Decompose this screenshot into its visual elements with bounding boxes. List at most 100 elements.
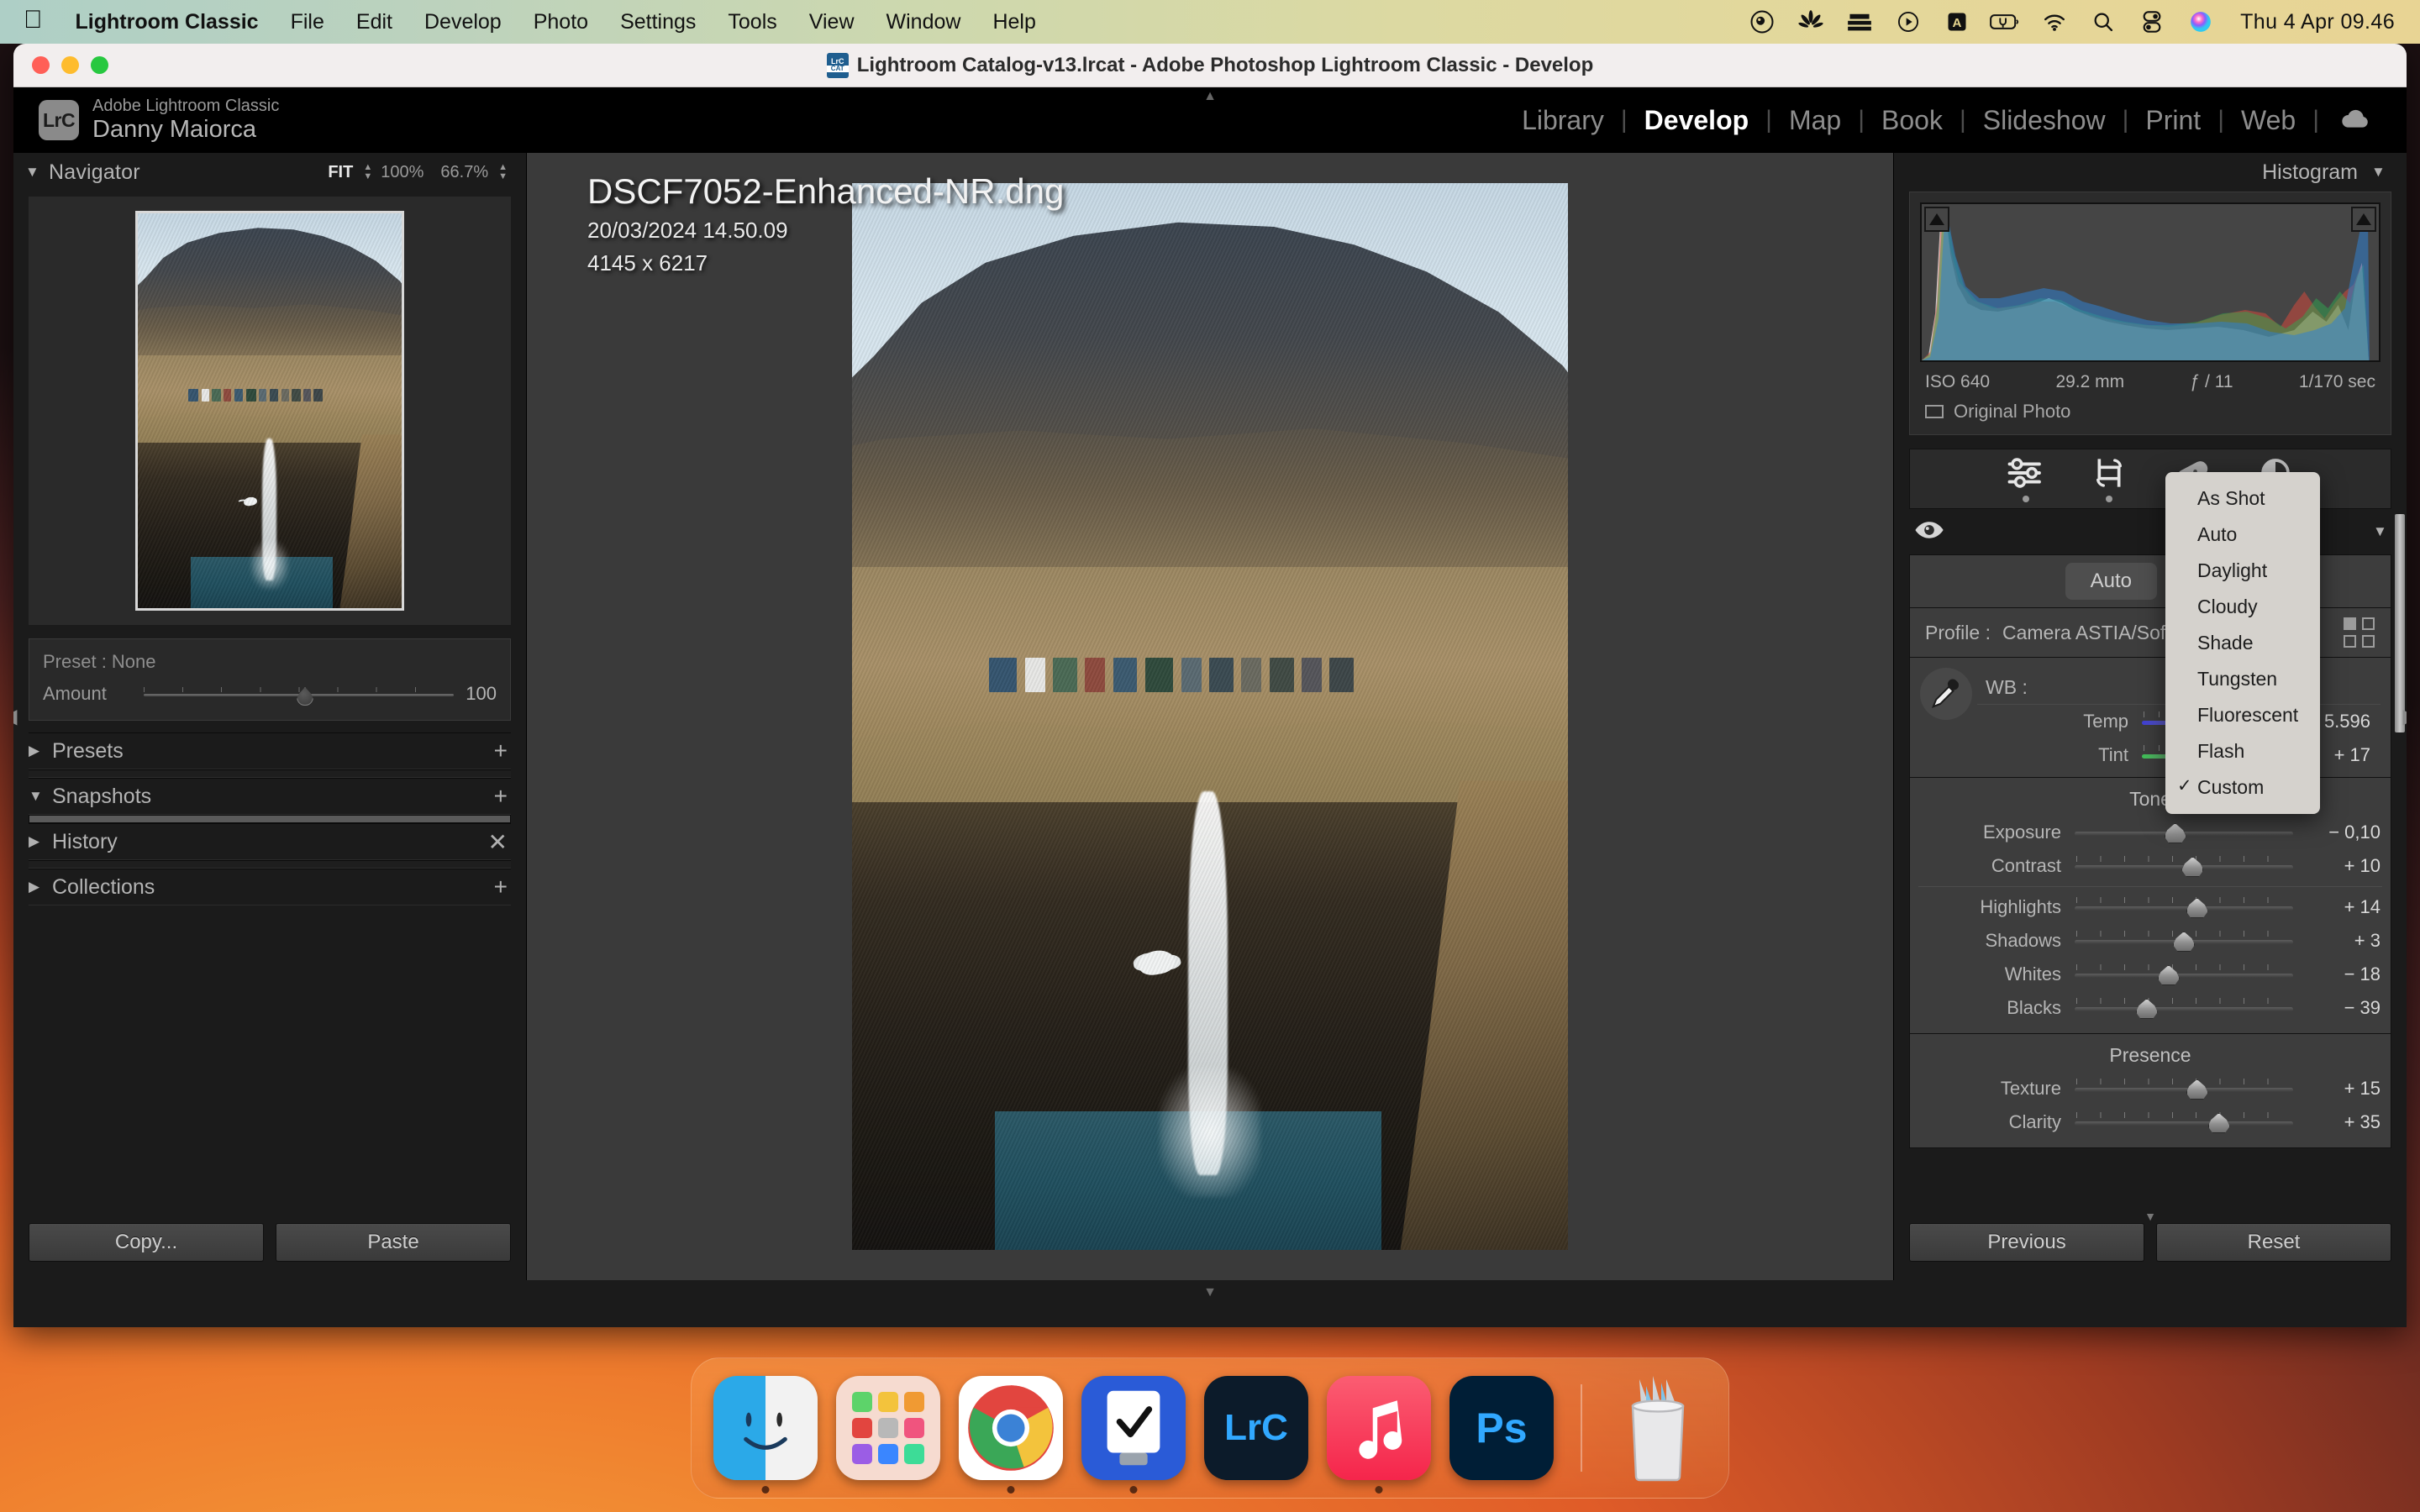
sidebar-item-snapshots[interactable]: ▼ Snapshots +: [29, 778, 511, 815]
highlights-slider[interactable]: [2075, 896, 2293, 918]
module-slideshow[interactable]: Slideshow: [1966, 105, 2123, 136]
sliders-icon[interactable]: [2007, 456, 2045, 502]
menu-item-file[interactable]: File: [275, 10, 340, 34]
left-panel-collapse-arrow[interactable]: ◀: [13, 705, 17, 729]
wb-option-custom[interactable]: ✓ Custom: [2165, 769, 2320, 806]
profile-browser-icon[interactable]: [2344, 617, 2375, 648]
basic-panel-header[interactable]: ▼: [1894, 509, 2407, 554]
slider-value[interactable]: + 3: [2293, 930, 2381, 952]
shadow-clipping-indicator[interactable]: [1924, 207, 1949, 232]
module-web[interactable]: Web: [2224, 105, 2312, 136]
menu-item-window[interactable]: Window: [871, 10, 977, 34]
photo-viewport[interactable]: DSCF7052-Enhanced-NR.dng 20/03/2024 14.5…: [527, 153, 1893, 1280]
siri-orb-icon[interactable]: [2176, 0, 2225, 44]
cloud-icon[interactable]: [2319, 106, 2385, 135]
paste-button[interactable]: Paste: [276, 1223, 511, 1262]
plus-icon[interactable]: +: [494, 874, 508, 900]
dock-item-chrome[interactable]: [959, 1376, 1063, 1480]
chevron-down-icon[interactable]: ▼: [2371, 164, 2385, 181]
menu-item-develop[interactable]: Develop: [408, 10, 518, 34]
main-photo[interactable]: [852, 183, 1568, 1250]
slider-value[interactable]: − 39: [2293, 997, 2381, 1019]
copy-button[interactable]: Copy...: [29, 1223, 264, 1262]
search-icon[interactable]: [2079, 0, 2128, 44]
dock-item-things[interactable]: [1081, 1376, 1186, 1480]
top-panel-toggle-arrow[interactable]: ▲: [1203, 89, 1217, 104]
texture-slider[interactable]: [2075, 1078, 2293, 1100]
panel-collapse-caret[interactable]: ▼: [2144, 1210, 2156, 1223]
wb-option-flash[interactable]: Flash: [2165, 733, 2320, 769]
eye-icon[interactable]: [1914, 519, 1944, 545]
zoom-fit[interactable]: FIT: [319, 163, 361, 182]
profile-value[interactable]: Camera ASTIA/Sof: [2002, 622, 2165, 644]
chevron-right-icon[interactable]: ▶: [29, 879, 42, 895]
play-circle-icon[interactable]: [1884, 0, 1933, 44]
sidebar-item-collections[interactable]: ▶ Collections +: [29, 869, 511, 906]
slider-value[interactable]: − 18: [2293, 963, 2381, 985]
flower-icon[interactable]: [1786, 0, 1835, 44]
slider-value[interactable]: + 15: [2293, 1078, 2381, 1100]
plus-icon[interactable]: +: [494, 738, 508, 764]
dock-item-lightroom-classic[interactable]: LrC: [1204, 1376, 1308, 1480]
module-book[interactable]: Book: [1865, 105, 1960, 136]
shadows-slider[interactable]: [2075, 930, 2293, 952]
zoom-100[interactable]: 100%: [372, 163, 432, 182]
dock-item-finder[interactable]: [713, 1376, 818, 1480]
eyedropper-icon[interactable]: [1920, 668, 1972, 720]
auto-button[interactable]: Auto: [2065, 563, 2157, 600]
wb-option-as-shot[interactable]: As Shot: [2165, 480, 2320, 517]
wb-option-daylight[interactable]: Daylight: [2165, 553, 2320, 589]
slider-value[interactable]: − 0,10: [2293, 822, 2381, 843]
menu-item-help[interactable]: Help: [976, 10, 1051, 34]
previous-button[interactable]: Previous: [1909, 1223, 2144, 1262]
contrast-slider[interactable]: [2075, 855, 2293, 877]
menu-item-settings[interactable]: Settings: [604, 10, 712, 34]
zoom-custom[interactable]: 66.7%: [432, 163, 497, 182]
zoom-spinner-icon[interactable]: ▲▼: [498, 164, 508, 181]
chevron-down-icon[interactable]: ▼: [2373, 523, 2386, 540]
module-map[interactable]: Map: [1772, 105, 1858, 136]
slider-value[interactable]: + 10: [2293, 855, 2381, 877]
module-print[interactable]: Print: [2128, 105, 2217, 136]
menu-bar-clock[interactable]: Thu 4 Apr 09.46: [2225, 10, 2395, 34]
chevron-right-icon[interactable]: ▶: [29, 743, 42, 759]
chevron-right-icon[interactable]: ▶: [29, 833, 42, 850]
blacks-slider[interactable]: [2075, 997, 2293, 1019]
navigator-preview[interactable]: [29, 197, 511, 625]
menu-item-tools[interactable]: Tools: [712, 10, 792, 34]
histogram-header[interactable]: Histogram ▼: [1894, 153, 2407, 192]
wb-option-fluorescent[interactable]: Fluorescent: [2165, 697, 2320, 733]
histogram-canvas[interactable]: [1920, 202, 2381, 362]
clarity-slider[interactable]: [2075, 1111, 2293, 1133]
exposure-slider[interactable]: [2075, 822, 2293, 843]
wifi-icon[interactable]: [2030, 0, 2079, 44]
identity-plate[interactable]: LrC Adobe Lightroom Classic Danny Maiorc…: [13, 96, 279, 144]
crop-icon[interactable]: [2091, 456, 2128, 502]
sidebar-item-history[interactable]: ▶ History ✕: [29, 823, 511, 860]
menu-item-photo[interactable]: Photo: [518, 10, 604, 34]
right-panel-scrollbar[interactable]: [2395, 514, 2405, 732]
chevron-down-icon[interactable]: ▼: [29, 788, 42, 805]
original-photo-row[interactable]: Original Photo: [1920, 396, 2381, 424]
wb-option-shade[interactable]: Shade: [2165, 625, 2320, 661]
chevron-down-icon[interactable]: ▼: [25, 164, 39, 181]
original-photo-checkbox[interactable]: [1925, 405, 1944, 418]
slider-value[interactable]: + 35: [2293, 1111, 2381, 1133]
sidebar-item-presets[interactable]: ▶ Presets +: [29, 732, 511, 769]
apple-icon[interactable]: : [24, 8, 60, 36]
dock-item-trash[interactable]: [1609, 1373, 1707, 1483]
filmstrip-toggle-arrow[interactable]: ▼: [1203, 1285, 1217, 1300]
stack-icon[interactable]: [1835, 0, 1884, 44]
dock-item-photoshop[interactable]: Ps: [1449, 1376, 1554, 1480]
wb-option-cloudy[interactable]: Cloudy: [2165, 589, 2320, 625]
plus-icon[interactable]: +: [494, 783, 508, 810]
siri-icon[interactable]: [1738, 0, 1786, 44]
reset-button[interactable]: Reset: [2156, 1223, 2391, 1262]
menu-app-name[interactable]: Lightroom Classic: [60, 10, 275, 34]
close-icon[interactable]: ✕: [488, 828, 508, 856]
menu-item-edit[interactable]: Edit: [340, 10, 408, 34]
slider-value[interactable]: + 14: [2293, 896, 2381, 918]
fit-spinner-icon[interactable]: ▲▼: [363, 164, 372, 181]
highlight-clipping-indicator[interactable]: [2351, 207, 2376, 232]
wb-option-tungsten[interactable]: Tungsten: [2165, 661, 2320, 697]
